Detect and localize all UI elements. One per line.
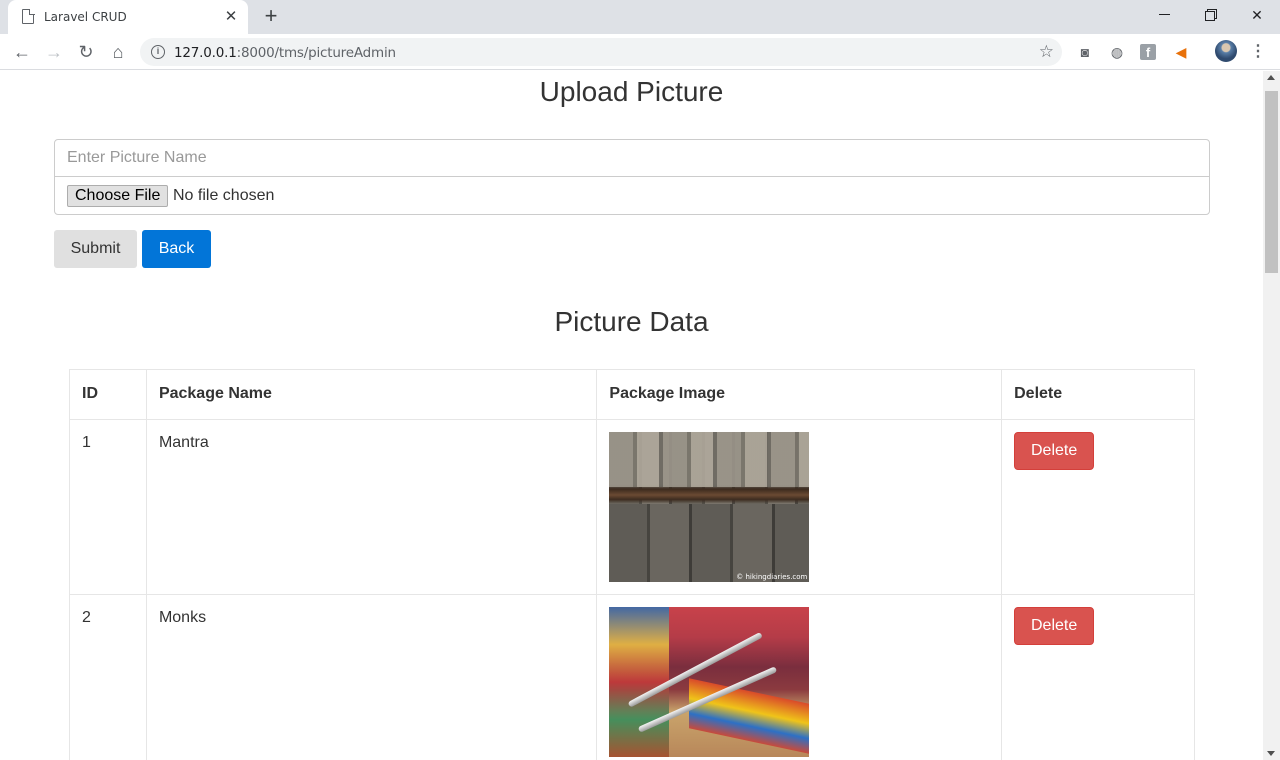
minimize-window-button[interactable] — [1142, 0, 1188, 30]
horn-shape — [627, 631, 764, 708]
mantra-stones-image: © hikingdiaries.com — [609, 432, 810, 582]
home-icon[interactable]: ⌂ — [104, 38, 132, 66]
horn-shape — [638, 666, 778, 733]
tab-strip: Laravel CRUD ✕ + ✕ — [0, 0, 1280, 34]
submit-button[interactable]: Submit — [54, 230, 137, 268]
upload-heading: Upload Picture — [539, 76, 724, 107]
cell-id: 2 — [69, 594, 147, 760]
header-delete: Delete — [1001, 369, 1195, 420]
cell-id: 1 — [69, 419, 147, 595]
tab-title: Laravel CRUD — [44, 10, 127, 24]
image-watermark: © hikingdiaries.com — [736, 573, 808, 581]
table-row: 2 Monks Delete — [69, 594, 1195, 760]
no-file-text: No file chosen — [173, 187, 275, 204]
scroll-up-arrow-icon[interactable] — [1267, 75, 1275, 80]
cell-delete: Delete — [1001, 419, 1195, 595]
delete-button[interactable]: Delete — [1014, 607, 1095, 645]
row-id: 1 — [82, 434, 91, 451]
close-window-button[interactable]: ✕ — [1234, 0, 1280, 30]
bookmark-star-icon[interactable]: ☆ — [1039, 42, 1054, 62]
row-id: 2 — [82, 609, 91, 626]
url-host: 127.0.0.1 — [174, 45, 237, 61]
profile-avatar[interactable] — [1215, 40, 1237, 62]
picture-data-heading: Picture Data — [554, 306, 709, 337]
back-button[interactable]: Back — [142, 230, 211, 268]
vertical-scrollbar[interactable] — [1263, 71, 1280, 760]
page-viewport: Upload Picture Choose File No file chose… — [0, 71, 1263, 760]
reload-icon[interactable]: ↻ — [72, 38, 100, 66]
address-bar[interactable]: i 127.0.0.1:8000/tms/pictureAdmin ☆ — [140, 38, 1062, 66]
facebook-extension-icon[interactable]: f — [1140, 44, 1156, 60]
scroll-down-arrow-icon[interactable] — [1267, 751, 1275, 756]
header-id: ID — [69, 369, 147, 420]
cell-name: Monks — [145, 594, 598, 760]
browser-toolbar: ← → ↻ ⌂ i 127.0.0.1:8000/tms/pictureAdmi… — [0, 34, 1280, 70]
page-icon — [22, 8, 35, 24]
site-info-icon[interactable]: i — [151, 45, 165, 59]
delete-button[interactable]: Delete — [1014, 432, 1095, 470]
camera-extension-icon[interactable]: ◙ — [1076, 43, 1094, 61]
globe-extension-icon[interactable]: ◍ — [1108, 43, 1126, 61]
file-input[interactable]: Choose File No file chosen — [54, 176, 1210, 215]
cell-image — [596, 594, 1003, 760]
new-tab-icon[interactable]: + — [260, 5, 282, 27]
row-package-name: Monks — [158, 609, 207, 626]
forward-arrow-icon[interactable]: → — [40, 38, 68, 66]
url-path: :8000/tms/pictureAdmin — [236, 45, 396, 61]
megaphone-extension-icon[interactable]: ◀ — [1172, 43, 1190, 61]
back-arrow-icon[interactable]: ← — [8, 38, 36, 66]
url-text[interactable]: 127.0.0.1:8000/tms/pictureAdmin — [174, 45, 396, 61]
scrollbar-thumb[interactable] — [1265, 91, 1278, 273]
cell-delete: Delete — [1001, 594, 1195, 760]
browser-tab[interactable]: Laravel CRUD ✕ — [8, 0, 248, 34]
table-row: 1 Mantra © hikingdiaries.com Delete — [69, 419, 1195, 595]
header-package-name: Package Name — [145, 369, 598, 420]
picture-name-input[interactable] — [54, 139, 1210, 177]
cell-image: © hikingdiaries.com — [596, 419, 1003, 595]
browser-menu-icon[interactable]: ⋮ — [1250, 38, 1266, 66]
row-package-name: Mantra — [158, 434, 209, 451]
table-header-row: ID Package Name Package Image Delete — [69, 369, 1195, 420]
choose-file-button[interactable]: Choose File — [67, 185, 169, 207]
cell-name: Mantra — [145, 419, 598, 595]
close-tab-icon[interactable]: ✕ — [222, 8, 240, 26]
picture-table: ID Package Name Package Image Delete 1 M… — [69, 369, 1195, 760]
header-package-image: Package Image — [596, 369, 1003, 420]
restore-window-button[interactable] — [1188, 0, 1234, 30]
monks-image — [609, 607, 810, 757]
